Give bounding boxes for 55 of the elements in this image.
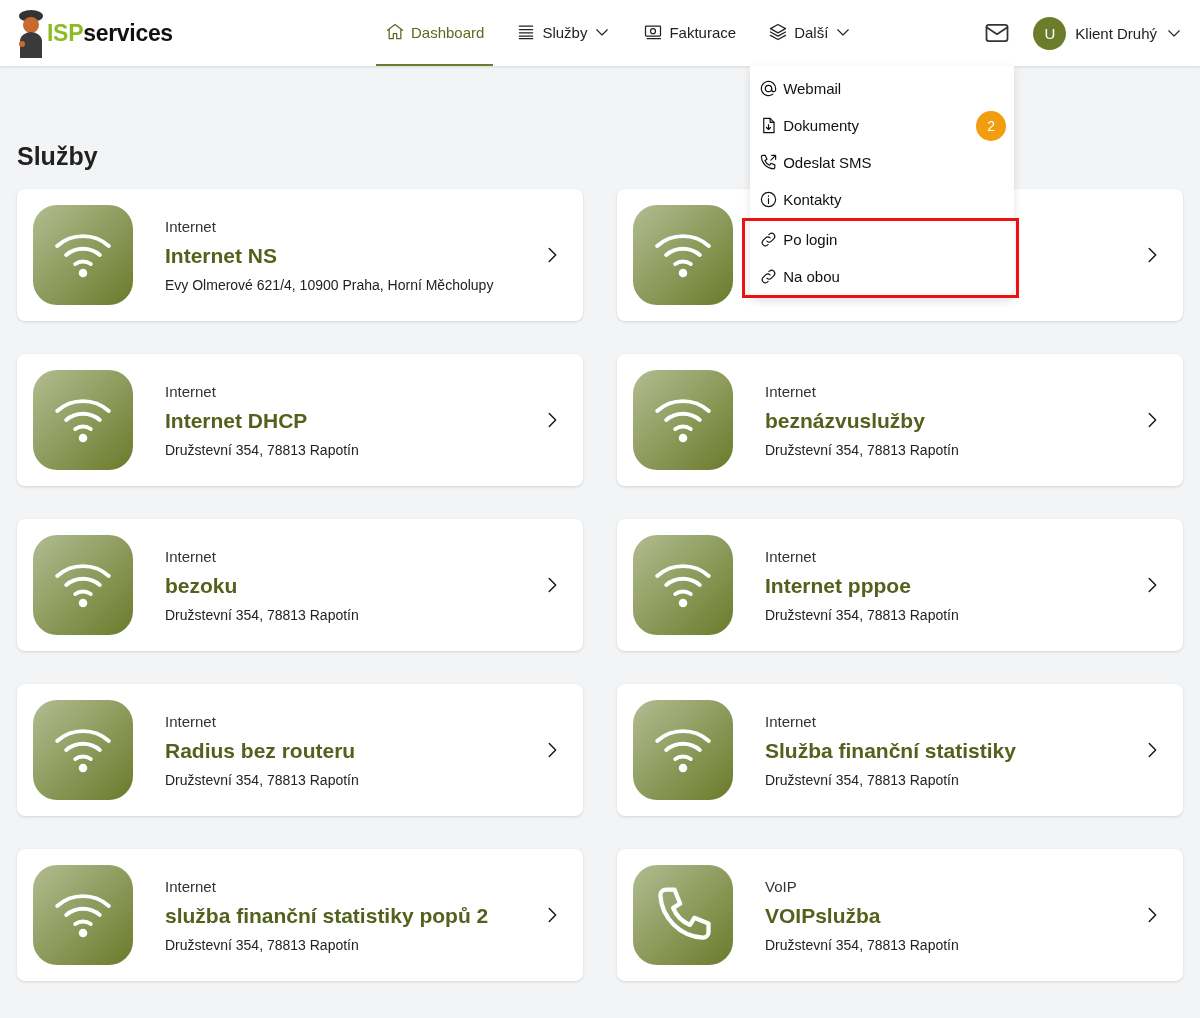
service-address: Družstevní 354, 78813 Rapotín [165,606,360,623]
menu-item[interactable]: Webmail [750,70,1015,107]
service-title: Internet NS [165,243,278,268]
page-title: Služby [17,142,98,171]
nav-link[interactable]: Další [759,0,862,66]
service-card[interactable]: Internet Internet DHCP Družstevní 354, 78813 Rapotín [17,354,583,486]
menu-item[interactable]: Odeslat SMS [750,144,1015,181]
service-category: Internet [165,712,217,730]
service-address: Družstevní 354, 78813 Rapotín [765,771,960,788]
service-address: Družstevní 354, 78813 Rapotín [765,936,960,953]
layers-icon [768,22,789,42]
service-card[interactable]: Internet služba finanční statistiky popů 2 Družstevní 354, 78813 Rapotín [17,849,583,981]
service-title: Radius bez routeru [165,738,357,763]
service-category: Internet [165,382,217,400]
menu-item[interactable]: Kontakty [750,181,1015,218]
service-card[interactable]: VoIP VOIPslužba Družstevní 354, 78813 Rapotín [617,849,1183,981]
service-category: Internet [765,712,817,730]
service-title: Služba finanční statistiky [765,738,1017,763]
service-card[interactable]: Internet Radius bez routeru Družstevní 354, 78813 Rapotín [17,684,583,816]
service-address: Družstevní 354, 78813 Rapotín [765,606,960,623]
service-title: Internet DHCP [165,408,309,433]
service-address: Družstevní 354, 78813 Rapotín [165,771,360,788]
service-title: VOIPslužba [765,903,882,928]
phone-outgoing-icon [759,153,779,172]
service-card[interactable]: Internet beznázvuslužby Družstevní 354, 78813 Rapotín [617,354,1183,486]
at-sign-icon [759,79,779,98]
service-category: Internet [765,547,817,565]
service-title: bezoku [165,573,239,598]
service-address: Družstevní 354, 78813 Rapotín [165,936,360,953]
home-icon [385,22,405,42]
service-category: Internet [165,877,217,895]
service-category: VoIP [765,877,798,895]
nav-link[interactable]: Fakturace [634,0,746,66]
service-card[interactable]: Internet Internet pppoe Družstevní 354, 78813 Rapotín [617,519,1183,651]
user-menu[interactable]: Klient Druhý [1075,24,1183,42]
service-title: služba finanční statistiky popů 2 [165,903,490,928]
service-card[interactable]: Internet bezoku Družstevní 354, 78813 Rapotín [17,519,583,651]
service-title: Internet pppoe [765,573,912,598]
nav-link[interactable]: Dashboard [376,0,494,66]
service-card[interactable]: Internet Služba finanční statistiky Družstevní 354, 78813 Rapotín [617,684,1183,816]
nav-link[interactable]: Služby [507,0,621,66]
service-address: Družstevní 354, 78813 Rapotín [765,441,960,458]
logo-text[interactable]: ISPservices [47,19,173,47]
menu-item[interactable]: Dokumenty 2 [750,107,1015,144]
service-address: Družstevní 354, 78813 Rapotín [165,441,360,458]
service-category: Internet [765,382,817,400]
info-icon [759,190,779,209]
mascot-icon [17,8,45,58]
count-badge: 2 [976,110,1007,141]
service-card[interactable]: Internet Internet NS Evy Olmerové 621/4, 10900 Praha, Horní Měcholupy [17,189,583,321]
avatar[interactable]: U [1033,16,1067,50]
service-title: beznázvuslužby [765,408,926,433]
service-category: Internet [165,547,217,565]
service-address: Evy Olmerové 621/4, 10900 Praha, Horní Měcholupy [165,276,495,293]
service-category: Internet [165,217,217,235]
